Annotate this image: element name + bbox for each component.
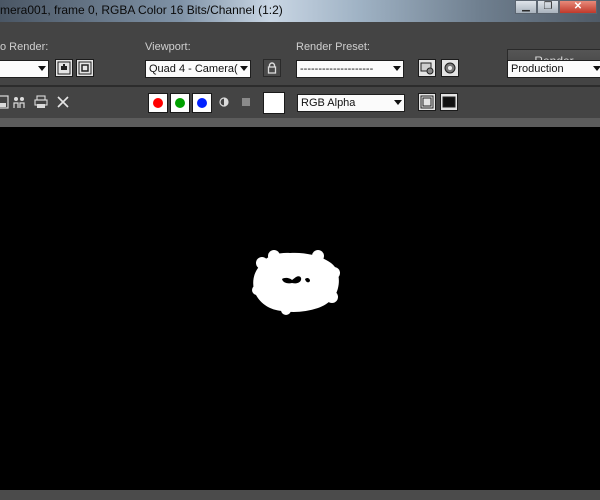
- chevron-down-icon: [593, 66, 600, 71]
- viewport-value: Quad 4 - Camera(: [149, 63, 238, 75]
- production-dropdown[interactable]: Production: [507, 60, 600, 78]
- frame-buffer-border: [0, 118, 600, 127]
- render-preset-value: --------------------: [300, 63, 374, 75]
- render-controls: o Render: Viewport: Quad 4 - Camera( Ren…: [0, 22, 600, 85]
- auto-region-icon: [78, 61, 92, 75]
- chevron-down-icon: [240, 66, 248, 71]
- teapot-icon: [444, 62, 456, 74]
- clear-icon[interactable]: [56, 95, 70, 109]
- edit-region-icon: [57, 61, 71, 75]
- print-image-icon[interactable]: [34, 95, 48, 109]
- status-strip: [0, 490, 600, 500]
- area-to-render-dropdown[interactable]: [0, 60, 49, 78]
- blob-edge: [328, 267, 340, 279]
- monochrome-icon[interactable]: [217, 95, 231, 109]
- render-setup-icon: [420, 62, 434, 75]
- blob-edge: [326, 291, 338, 303]
- blob-edge: [268, 250, 280, 262]
- area-to-render-label: o Render:: [0, 41, 49, 53]
- production-value: Production: [511, 63, 564, 75]
- blob-edge: [312, 250, 324, 262]
- ui-overlay-icon: [420, 95, 434, 109]
- frame-buffer-toolbar: RGB Alpha: [0, 87, 600, 118]
- blue-channel-dot: [197, 98, 207, 108]
- red-channel-dot: [153, 98, 163, 108]
- render-preset-label: Render Preset:: [296, 41, 370, 53]
- chevron-down-icon: [393, 66, 401, 71]
- clone-window-icon[interactable]: [12, 95, 26, 109]
- lock-icon: [267, 62, 277, 74]
- render-preset-dropdown[interactable]: --------------------: [296, 60, 404, 78]
- channel-display-dropdown[interactable]: RGB Alpha: [297, 94, 405, 112]
- blue-channel-toggle[interactable]: [192, 93, 212, 113]
- environment-effects-button[interactable]: [441, 59, 459, 77]
- clear-stop-icon[interactable]: [239, 95, 253, 109]
- maximize-button[interactable]: ❐: [537, 0, 559, 14]
- blob-edge: [281, 305, 291, 315]
- blob-edge: [252, 285, 262, 295]
- rendered-image-area: [0, 127, 600, 490]
- lock-viewport-button[interactable]: [263, 59, 281, 77]
- save-image-icon[interactable]: [0, 95, 10, 109]
- close-button[interactable]: ✕: [559, 0, 597, 14]
- color-swatch[interactable]: [263, 92, 285, 114]
- chevron-down-icon: [394, 100, 402, 105]
- chevron-down-icon: [38, 66, 46, 71]
- rendered-image: [252, 250, 340, 315]
- toggle-ui-button[interactable]: [440, 93, 458, 111]
- display-icon: [442, 96, 456, 108]
- window-buttons: ▁ ❐ ✕: [515, 0, 597, 14]
- channel-display-value: RGB Alpha: [301, 97, 356, 109]
- blob-edge: [256, 257, 268, 269]
- render-setup-button[interactable]: [418, 59, 436, 77]
- title-bar: mera001, frame 0, RGBA Color 16 Bits/Cha…: [0, 0, 600, 22]
- toggle-ui-overlay-button[interactable]: [418, 93, 436, 111]
- viewport-label: Viewport:: [145, 41, 191, 53]
- minimize-button[interactable]: ▁: [515, 0, 537, 14]
- green-channel-dot: [175, 98, 185, 108]
- green-channel-toggle[interactable]: [170, 93, 190, 113]
- viewport-dropdown[interactable]: Quad 4 - Camera(: [145, 60, 251, 78]
- edit-region-button[interactable]: [55, 59, 73, 77]
- red-channel-toggle[interactable]: [148, 93, 168, 113]
- window-title: mera001, frame 0, RGBA Color 16 Bits/Cha…: [0, 3, 283, 17]
- auto-region-button[interactable]: [76, 59, 94, 77]
